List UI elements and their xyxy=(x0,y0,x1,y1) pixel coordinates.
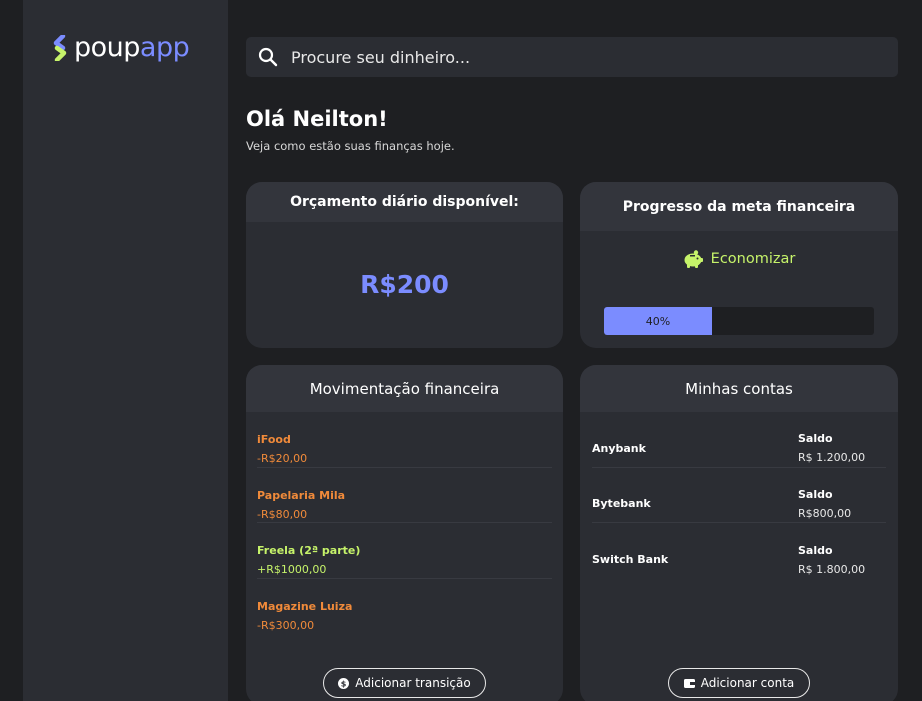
movement-name: Papelaria Mila xyxy=(257,488,346,502)
list-item[interactable]: Freela (2ª parte) +R$1000,00 xyxy=(257,523,552,579)
balance-label: Saldo xyxy=(798,432,833,446)
list-item[interactable]: Magazine Luiza -R$300,00 xyxy=(257,579,552,635)
list-item[interactable]: Switch Bank Saldo R$ 1.800,00 xyxy=(592,523,886,579)
search-icon xyxy=(258,47,278,67)
movement-name: Magazine Luiza xyxy=(257,599,353,613)
movement-amount: +R$1000,00 xyxy=(257,563,327,576)
financial-movements-card: Movimentação financeira iFood -R$20,00 P… xyxy=(246,365,563,701)
daily-budget-value: R$200 xyxy=(360,270,449,299)
account-balance: Saldo R$ 1.200,00 xyxy=(798,432,886,464)
account-balance: Saldo R$ 1.800,00 xyxy=(798,544,886,576)
greeting-title: Olá Neilton! xyxy=(246,107,388,131)
list-item[interactable]: Papelaria Mila -R$80,00 xyxy=(257,468,552,523)
movements-title: Movimentação financeira xyxy=(246,365,563,412)
search-input[interactable] xyxy=(291,47,851,67)
goal-label: Economizar xyxy=(710,251,796,267)
account-name: Anybank xyxy=(592,441,646,455)
add-account-button[interactable]: Adicionar conta xyxy=(668,668,810,698)
coin-icon: $ xyxy=(338,677,350,689)
logo-icon xyxy=(53,34,67,61)
goal-progress-fill: 40% xyxy=(604,307,712,335)
balance-label: Saldo xyxy=(798,487,833,501)
accounts-list: Anybank Saldo R$ 1.200,00 Bytebank Saldo… xyxy=(580,412,898,579)
daily-budget-card: Orçamento diário disponível: R$200 xyxy=(246,182,563,348)
balance-label: Saldo xyxy=(798,543,833,557)
goal-progress-label: 40% xyxy=(645,314,671,328)
goal-progress-card: Progresso da meta financeira Economizar … xyxy=(580,182,898,348)
my-accounts-card: Minhas contas Anybank Saldo R$ 1.200,00 … xyxy=(580,365,898,701)
daily-budget-title: Orçamento diário disponível: xyxy=(246,182,563,222)
add-transaction-label: Adicionar transição xyxy=(355,676,471,690)
balance-value: R$ 1.800,00 xyxy=(798,562,866,576)
logo-text-primary: poup xyxy=(74,32,140,63)
list-item[interactable]: iFood -R$20,00 xyxy=(257,412,552,468)
piggy-bank-icon xyxy=(684,250,703,268)
logo-text-accent: app xyxy=(139,32,190,63)
movement-name: iFood xyxy=(257,433,291,446)
sidebar: poup app xyxy=(23,0,228,701)
list-item[interactable]: Bytebank Saldo R$800,00 xyxy=(592,468,886,523)
svg-text:$: $ xyxy=(341,679,347,688)
balance-value: R$ 1.200,00 xyxy=(798,451,866,465)
app-logo[interactable]: poup app xyxy=(52,32,190,63)
goal-progress-bar: 40% xyxy=(604,307,874,335)
list-item[interactable]: Anybank Saldo R$ 1.200,00 xyxy=(592,412,886,468)
movements-list: iFood -R$20,00 Papelaria Mila -R$80,00 F… xyxy=(246,412,563,634)
movement-amount: -R$80,00 xyxy=(257,507,308,521)
add-account-label: Adicionar conta xyxy=(700,676,795,690)
account-name: Switch Bank xyxy=(592,553,669,567)
goal-label-row: Economizar xyxy=(580,250,898,268)
account-name: Bytebank xyxy=(592,497,651,511)
accounts-title: Minhas contas xyxy=(580,365,898,412)
balance-value: R$800,00 xyxy=(798,506,852,520)
movement-amount: -R$20,00 xyxy=(257,452,308,465)
search-bar[interactable] xyxy=(246,37,898,77)
movement-amount: -R$300,00 xyxy=(257,618,315,632)
goal-progress-title: Progresso da meta financeira xyxy=(580,182,898,231)
greeting-subtitle: Veja como estão suas finanças hoje. xyxy=(246,139,455,153)
movement-name: Freela (2ª parte) xyxy=(257,544,361,557)
add-transaction-button[interactable]: $ Adicionar transição xyxy=(323,668,486,698)
account-balance: Saldo R$800,00 xyxy=(798,488,886,520)
wallet-icon xyxy=(683,679,695,688)
